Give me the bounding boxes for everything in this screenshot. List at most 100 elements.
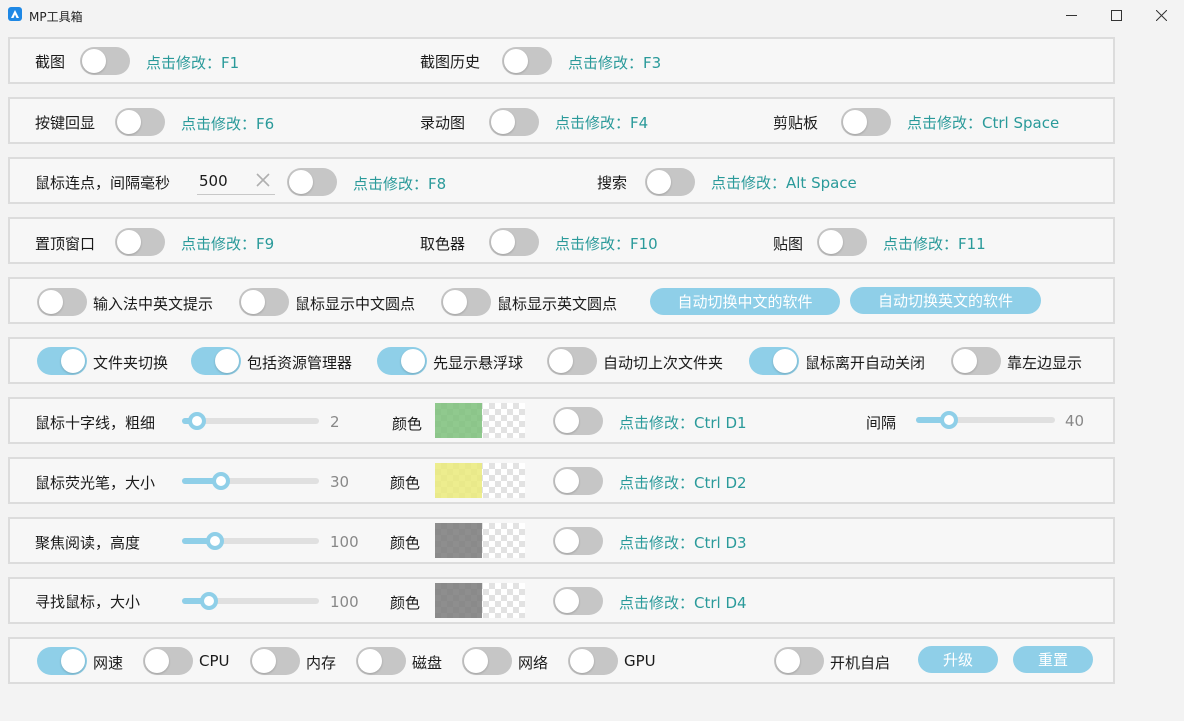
find-toggle[interactable] xyxy=(553,587,603,615)
autoclick-panel: 鼠标连点，间隔毫秒 500 点击修改：F8 搜索 点击修改：Alt Space xyxy=(8,157,1115,204)
paste-label: 贴图 xyxy=(773,235,804,253)
focus-panel: 聚焦阅读，高度 100 颜色 点击修改：Ctrl D3 xyxy=(8,517,1115,564)
keyecho-label: 按键回显 xyxy=(35,114,96,132)
explorer-label: 包括资源管理器 xyxy=(247,354,353,372)
clear-icon[interactable] xyxy=(255,172,271,188)
autoclick-label: 鼠标连点，间隔毫秒 xyxy=(35,174,171,192)
left-label: 靠左边显示 xyxy=(1007,354,1083,372)
en-dot-toggle[interactable] xyxy=(441,288,491,316)
highlighter-size-slider-thumb[interactable] xyxy=(211,472,230,490)
gap-slider[interactable] xyxy=(916,410,1055,430)
net-speed-label: 网速 xyxy=(93,654,124,672)
ime-panel: 输入法中英文提示 鼠标显示中文圆点 鼠标显示英文圆点 自动切换中文的软件 自动切… xyxy=(8,277,1115,324)
autostart-toggle[interactable] xyxy=(774,647,824,675)
find-color-label: 颜色 xyxy=(390,594,421,612)
ime-label: 输入法中英文提示 xyxy=(93,295,214,313)
pin-hotkey[interactable]: 点击修改：F9 xyxy=(181,233,274,254)
close-button[interactable] xyxy=(1138,0,1184,30)
keyecho-panel: 按键回显 点击修改：F6 录动图 点击修改：F4 剪贴板 点击修改：Ctrl S… xyxy=(8,97,1115,144)
screenshot-label: 截图 xyxy=(35,53,66,71)
picker-label: 取色器 xyxy=(420,235,466,253)
history-label: 截图历史 xyxy=(420,53,481,71)
gap-value: 40 xyxy=(1065,412,1085,430)
disk-label: 磁盘 xyxy=(412,654,443,672)
find-hotkey[interactable]: 点击修改：Ctrl D4 xyxy=(619,592,747,613)
history-toggle[interactable] xyxy=(502,47,552,75)
focus-height-slider[interactable] xyxy=(182,531,319,551)
auto-en-button[interactable]: 自动切换英文的软件 xyxy=(850,287,1041,314)
clipboard-hotkey[interactable]: 点击修改：Ctrl Space xyxy=(907,112,1059,133)
find-color-swatch[interactable] xyxy=(435,583,525,618)
gap-slider-thumb[interactable] xyxy=(940,411,959,429)
ime-toggle[interactable] xyxy=(37,288,87,316)
screenshot-toggle[interactable] xyxy=(80,47,130,75)
autoclick-hotkey[interactable]: 点击修改：F8 xyxy=(353,173,446,194)
ball-toggle[interactable] xyxy=(377,347,427,375)
minimize-button[interactable] xyxy=(1048,0,1094,30)
auto-cn-button[interactable]: 自动切换中文的软件 xyxy=(650,288,840,315)
focus-height-slider-thumb[interactable] xyxy=(205,532,224,550)
maximize-button[interactable] xyxy=(1093,0,1139,30)
crosshair-panel: 鼠标十字线，粗细 2 颜色 点击修改：Ctrl D1 间隔 40 xyxy=(8,397,1115,444)
crosshair-hotkey[interactable]: 点击修改：Ctrl D1 xyxy=(619,412,747,433)
thickness-slider-thumb[interactable] xyxy=(187,412,206,430)
en-dot-label: 鼠标显示英文圆点 xyxy=(497,295,618,313)
reset-button[interactable]: 重置 xyxy=(1013,646,1093,673)
focus-color-swatch[interactable] xyxy=(435,523,525,558)
lastfolder-label: 自动切上次文件夹 xyxy=(603,354,724,372)
clipboard-toggle[interactable] xyxy=(841,108,891,136)
history-hotkey[interactable]: 点击修改：F3 xyxy=(568,52,661,73)
highlighter-panel: 鼠标荧光笔，大小 30 颜色 点击修改：Ctrl D2 xyxy=(8,457,1115,504)
focus-label: 聚焦阅读，高度 xyxy=(35,534,141,552)
picker-hotkey[interactable]: 点击修改：F10 xyxy=(555,233,658,254)
crosshair-color-swatch[interactable] xyxy=(435,403,525,438)
pin-toggle[interactable] xyxy=(115,228,165,256)
disk-toggle[interactable] xyxy=(356,647,406,675)
gap-label: 间隔 xyxy=(866,414,897,432)
keyecho-toggle[interactable] xyxy=(115,108,165,136)
highlighter-size-slider[interactable] xyxy=(182,471,319,491)
cpu-label: CPU xyxy=(199,652,230,670)
highlighter-hotkey[interactable]: 点击修改：Ctrl D2 xyxy=(619,472,747,493)
folder-toggle[interactable] xyxy=(37,347,87,375)
find-size-slider-thumb[interactable] xyxy=(199,592,218,610)
autoclick-toggle[interactable] xyxy=(287,168,337,196)
clipboard-label: 剪贴板 xyxy=(773,114,819,132)
picker-toggle[interactable] xyxy=(489,228,539,256)
gpu-toggle[interactable] xyxy=(568,647,618,675)
memory-toggle[interactable] xyxy=(250,647,300,675)
net-speed-toggle[interactable] xyxy=(37,647,87,675)
record-toggle[interactable] xyxy=(489,108,539,136)
folder-label: 文件夹切换 xyxy=(93,354,169,372)
record-hotkey[interactable]: 点击修改：F4 xyxy=(555,112,648,133)
crosshair-toggle[interactable] xyxy=(553,407,603,435)
focus-toggle[interactable] xyxy=(553,527,603,555)
highlighter-color-swatch[interactable] xyxy=(435,463,525,498)
cpu-toggle[interactable] xyxy=(143,647,193,675)
lastfolder-toggle[interactable] xyxy=(547,347,597,375)
thickness-slider[interactable] xyxy=(182,411,319,431)
search-label: 搜索 xyxy=(597,174,628,192)
autoclose-toggle[interactable] xyxy=(749,347,799,375)
crosshair-color-label: 颜色 xyxy=(392,415,423,433)
memory-label: 内存 xyxy=(306,654,337,672)
ball-label: 先显示悬浮球 xyxy=(433,354,524,372)
upgrade-button[interactable]: 升级 xyxy=(918,646,998,673)
network-toggle[interactable] xyxy=(462,647,512,675)
left-toggle[interactable] xyxy=(951,347,1001,375)
paste-toggle[interactable] xyxy=(817,228,867,256)
search-hotkey[interactable]: 点击修改：Alt Space xyxy=(711,172,857,193)
record-label: 录动图 xyxy=(420,114,466,132)
find-size-slider[interactable] xyxy=(182,591,319,611)
find-mouse-label: 寻找鼠标，大小 xyxy=(35,593,141,611)
keyecho-hotkey[interactable]: 点击修改：F6 xyxy=(181,113,274,134)
focus-height-value: 100 xyxy=(330,533,359,551)
focus-hotkey[interactable]: 点击修改：Ctrl D3 xyxy=(619,532,747,553)
highlighter-toggle[interactable] xyxy=(553,467,603,495)
paste-hotkey[interactable]: 点击修改：F11 xyxy=(883,233,986,254)
explorer-toggle[interactable] xyxy=(191,347,241,375)
screenshot-hotkey[interactable]: 点击修改：F1 xyxy=(146,52,239,73)
search-toggle[interactable] xyxy=(645,168,695,196)
gpu-label: GPU xyxy=(624,652,656,670)
cn-dot-toggle[interactable] xyxy=(239,288,289,316)
